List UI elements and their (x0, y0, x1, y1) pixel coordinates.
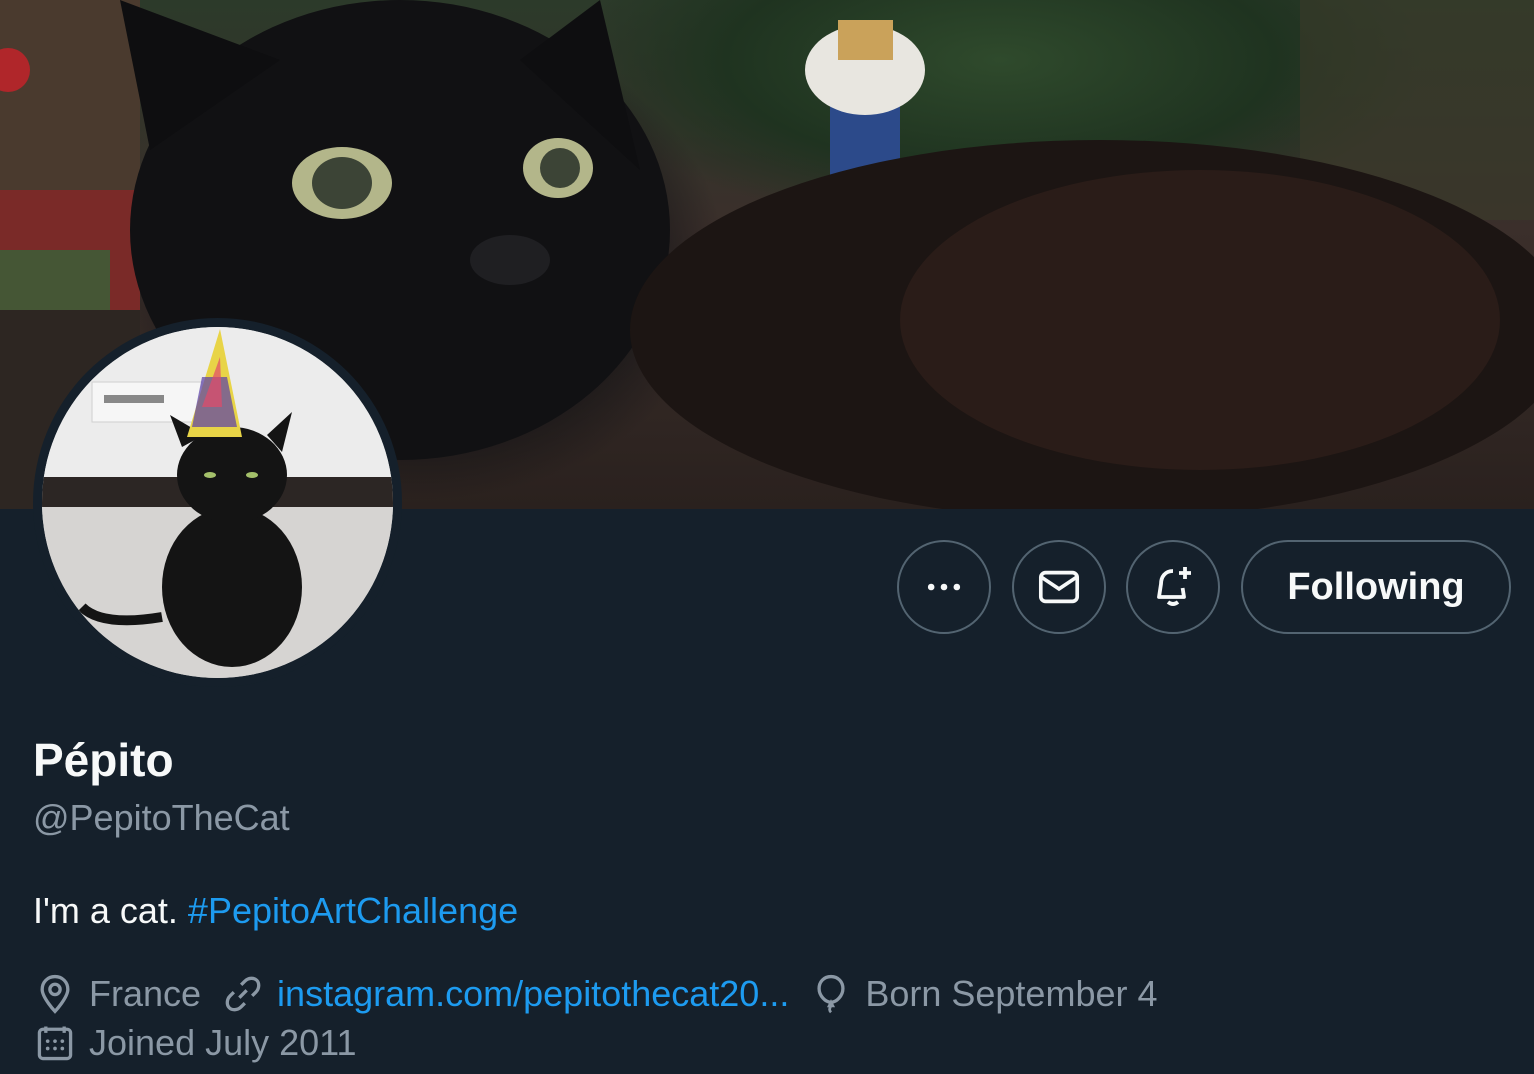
profile-avatar[interactable] (33, 318, 402, 687)
joined-text: Joined July 2011 (89, 1022, 357, 1063)
joined-item: Joined July 2011 (33, 1021, 357, 1065)
birthday-text: Born September 4 (865, 973, 1158, 1014)
calendar-icon (33, 1021, 77, 1065)
birthday-item: Born September 4 (809, 972, 1158, 1016)
notifications-button[interactable] (1126, 540, 1220, 634)
mail-icon (1038, 570, 1080, 604)
avatar-photo (42, 327, 393, 678)
website-item: instagram.com/pepitothecat20... (221, 972, 789, 1016)
cat-party-hat-image (42, 327, 393, 678)
bio-hashtag-link[interactable]: #PepitoArtChallenge (188, 890, 518, 931)
username-handle: @PepitoTheCat (33, 797, 290, 838)
more-dots-icon (927, 583, 961, 591)
display-name: Pépito (33, 734, 174, 786)
link-icon (221, 972, 265, 1016)
profile-meta-row-2: Joined July 2011 (33, 1021, 377, 1065)
location-text: France (89, 973, 202, 1014)
profile-meta-row: France instagram.com/pepitothecat20... B… (33, 972, 1178, 1016)
bell-plus-icon (1157, 567, 1191, 606)
location-pin-icon (33, 972, 77, 1016)
more-button[interactable] (897, 540, 991, 634)
following-button[interactable]: Following (1241, 540, 1511, 634)
balloon-icon (809, 972, 853, 1016)
message-button[interactable] (1012, 540, 1106, 634)
bio: I'm a cat. #PepitoArtChallenge (33, 890, 518, 932)
profile-page: Following Pépito @PepitoTheCat I'm a cat… (0, 0, 1534, 1074)
website-link[interactable]: instagram.com/pepitothecat20... (277, 973, 789, 1015)
bio-text: I'm a cat. (33, 890, 188, 931)
location-item: France (33, 972, 201, 1016)
